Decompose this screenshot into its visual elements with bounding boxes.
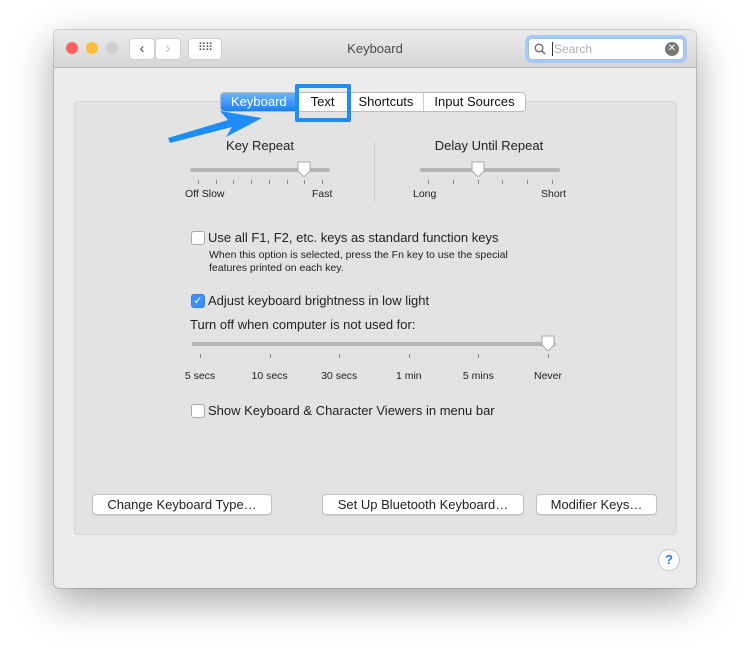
slider-tick bbox=[477, 180, 479, 184]
search-placeholder: Search bbox=[552, 42, 593, 56]
divider bbox=[374, 142, 375, 202]
slider-tick bbox=[200, 354, 201, 358]
slider-tick-label: 1 min bbox=[395, 370, 422, 382]
function-keys-help-1: When this option is selected, press the … bbox=[209, 249, 508, 261]
keyboard-preferences-window: ‹ › ⠿⠿ Keyboard Search ✕ Keyboard Text S… bbox=[54, 30, 696, 588]
slider-tick bbox=[268, 180, 270, 184]
bluetooth-keyboard-button[interactable]: Set Up Bluetooth Keyboard… bbox=[322, 494, 524, 515]
slider-tick bbox=[452, 180, 454, 184]
function-keys-label: Use all F1, F2, etc. keys as standard fu… bbox=[208, 230, 499, 245]
key-repeat-max-label: Fast bbox=[312, 188, 333, 200]
slider-tick-label: 5 secs bbox=[184, 370, 216, 382]
brightness-checkbox[interactable]: ✓ bbox=[191, 294, 205, 308]
slider-track[interactable] bbox=[192, 342, 556, 346]
slider-thumb[interactable] bbox=[540, 335, 556, 351]
viewers-checkbox[interactable] bbox=[191, 404, 205, 418]
slider-tick bbox=[233, 180, 235, 184]
key-repeat-min-label: Off Slow bbox=[185, 188, 225, 200]
slider-thumb[interactable] bbox=[296, 161, 312, 177]
slider-tick bbox=[322, 180, 323, 184]
change-keyboard-type-button[interactable]: Change Keyboard Type… bbox=[92, 494, 272, 515]
function-keys-help-2: features printed on each key. bbox=[209, 262, 344, 274]
slider-thumb[interactable] bbox=[470, 161, 486, 177]
slider-tick bbox=[428, 180, 429, 184]
slider-tick bbox=[339, 354, 341, 358]
slider-tick bbox=[408, 354, 410, 358]
checkmark-icon: ✓ bbox=[193, 295, 203, 307]
slider-tick bbox=[502, 180, 504, 184]
slider-tick bbox=[251, 180, 253, 184]
tab-shortcuts[interactable]: Shortcuts bbox=[349, 93, 425, 111]
slider-tick bbox=[527, 180, 529, 184]
slider-tick bbox=[286, 180, 288, 184]
slider-tick bbox=[552, 180, 553, 184]
slider-tick bbox=[215, 180, 217, 184]
delay-until-repeat-title: Delay Until Repeat bbox=[434, 138, 544, 153]
slider-tick bbox=[269, 354, 271, 358]
function-keys-checkbox[interactable] bbox=[191, 231, 205, 245]
viewers-label: Show Keyboard & Character Viewers in men… bbox=[208, 403, 495, 418]
title-bar: ‹ › ⠿⠿ Keyboard Search ✕ bbox=[54, 30, 696, 68]
delay-until-repeat-slider[interactable] bbox=[420, 161, 560, 194]
slider-tick-label: Never bbox=[533, 370, 562, 382]
tab-input-sources[interactable]: Input Sources bbox=[424, 93, 524, 111]
slider-tick-label: 5 mins bbox=[462, 370, 494, 382]
turn-off-slider[interactable]: 5 secs 10 secs 30 secs 1 min 5 mins Never bbox=[185, 335, 562, 382]
slider-tick bbox=[478, 354, 480, 358]
delay-min-label: Long bbox=[413, 188, 437, 200]
brightness-label: Adjust keyboard brightness in low light bbox=[208, 293, 430, 308]
slider-tick bbox=[304, 180, 306, 184]
slider-track[interactable] bbox=[420, 168, 560, 172]
slider-tick bbox=[198, 180, 199, 184]
delay-max-label: Short bbox=[541, 188, 567, 200]
help-button[interactable]: ? bbox=[658, 549, 680, 571]
search-field[interactable]: Search ✕ bbox=[528, 38, 684, 60]
search-icon bbox=[534, 43, 546, 55]
turn-off-label: Turn off when computer is not used for: bbox=[190, 317, 416, 332]
slider-tick-label: 30 secs bbox=[321, 370, 358, 382]
text-tab-highlight bbox=[295, 84, 351, 122]
clear-search-icon[interactable]: ✕ bbox=[665, 42, 679, 56]
slider-tick-label: 10 secs bbox=[251, 370, 288, 382]
modifier-keys-button[interactable]: Modifier Keys… bbox=[536, 494, 657, 515]
slider-tick bbox=[548, 354, 549, 358]
annotation-arrow-icon bbox=[168, 111, 262, 143]
